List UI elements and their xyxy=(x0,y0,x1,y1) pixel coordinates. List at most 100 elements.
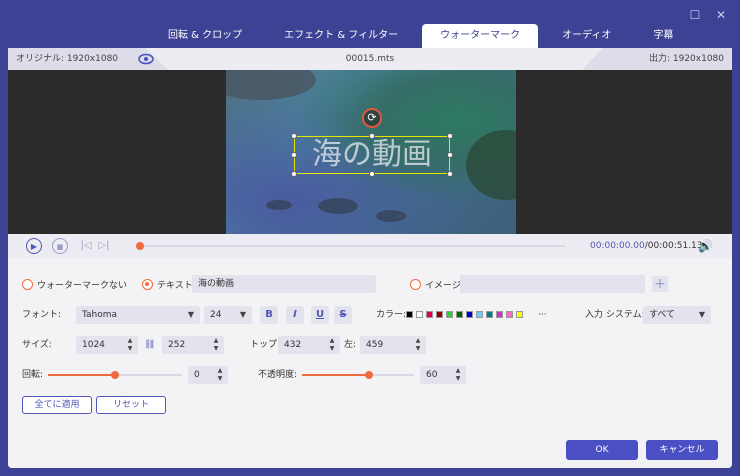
color-swatch[interactable] xyxy=(486,311,493,318)
tab-bar: 回転 & クロップ エフェクト & フィルター ウォーターマーク オーディオ 字… xyxy=(150,24,697,48)
window-controls: ☐ ✕ xyxy=(688,8,728,22)
eye-icon[interactable] xyxy=(138,53,154,65)
color-swatch[interactable] xyxy=(456,311,463,318)
link-icon[interactable]: ⛓ xyxy=(144,336,155,354)
font-family-value: Tahoma xyxy=(82,310,118,320)
previous-frame-icon[interactable]: |◁ xyxy=(78,238,94,254)
player-controls: ▶ ■ |◁ ▷| 00:00:00.00/00:00:51.13 🔊 xyxy=(8,234,732,258)
tab-rotate-crop[interactable]: 回転 & クロップ xyxy=(150,24,260,48)
editor-window: ☐ ✕ 回転 & クロップ エフェクト & フィルター ウォーターマーク オーデ… xyxy=(0,0,740,476)
resize-handle[interactable] xyxy=(369,133,375,139)
tab-audio[interactable]: オーディオ xyxy=(544,24,629,48)
watermark-settings: ウォーターマークない テキスト 海の動画 イメージ + フォント: Tahoma… xyxy=(8,258,732,468)
resize-handle[interactable] xyxy=(369,171,375,177)
color-swatch[interactable] xyxy=(426,311,433,318)
height-stepper[interactable]: 252 ▲ ▼ xyxy=(162,336,224,354)
rock-shape xyxy=(376,210,406,222)
bold-button[interactable]: B xyxy=(260,306,278,324)
add-image-icon[interactable]: + xyxy=(652,276,668,292)
resize-handle[interactable] xyxy=(447,152,453,158)
rotate-handle-icon[interactable]: ⟳ xyxy=(362,108,382,128)
italic-button[interactable]: I xyxy=(286,306,304,324)
opacity-stepper[interactable]: 60 ▲ ▼ xyxy=(420,366,466,384)
color-swatch[interactable] xyxy=(466,311,473,318)
spinner-arrows-icon[interactable]: ▲ ▼ xyxy=(216,367,224,383)
resize-handle[interactable] xyxy=(447,133,453,139)
opacity-slider-fill xyxy=(302,374,369,376)
tab-effects-filters[interactable]: エフェクト & フィルター xyxy=(266,24,416,48)
chevron-down-icon: ▼ xyxy=(187,310,194,319)
watermark-box[interactable]: 海の動画 xyxy=(291,133,453,177)
radio-image[interactable]: イメージ xyxy=(410,278,461,291)
color-swatch[interactable] xyxy=(436,311,443,318)
color-swatch[interactable] xyxy=(516,311,523,318)
play-icon[interactable]: ▶ xyxy=(26,238,42,254)
spinner-arrows-icon[interactable]: ▲ ▼ xyxy=(454,367,462,383)
close-icon[interactable]: ✕ xyxy=(714,8,728,22)
stop-icon[interactable]: ■ xyxy=(52,238,68,254)
rotation-slider-fill xyxy=(48,374,115,376)
input-system-value: すべて xyxy=(649,310,676,320)
radio-label: イメージ xyxy=(425,281,461,291)
color-swatch[interactable] xyxy=(446,311,453,318)
volume-icon[interactable]: 🔊 xyxy=(698,238,714,254)
progress-track[interactable] xyxy=(140,245,565,247)
spinner-arrows-icon[interactable]: ▲ ▼ xyxy=(126,337,134,353)
opacity-value: 60 xyxy=(426,370,438,380)
cancel-button[interactable]: キャンセル xyxy=(646,440,718,460)
left-value: 459 xyxy=(366,340,384,350)
video-frame: ⟳ 海の動画 xyxy=(226,70,516,234)
color-swatch[interactable] xyxy=(476,311,483,318)
strikethrough-button[interactable]: S xyxy=(334,306,352,324)
video-preview: ⟳ 海の動画 xyxy=(8,70,732,234)
spinner-arrows-icon[interactable]: ▲ ▼ xyxy=(414,337,422,353)
image-path-input[interactable] xyxy=(460,275,645,293)
total-time: /00:00:51.13 xyxy=(644,241,703,251)
width-stepper[interactable]: 1024 ▲ ▼ xyxy=(76,336,138,354)
top-stepper[interactable]: 432 ▲ ▼ xyxy=(278,336,340,354)
radio-ring xyxy=(22,279,33,290)
rotation-stepper[interactable]: 0 ▲ ▼ xyxy=(188,366,228,384)
spinner-arrows-icon[interactable]: ▲ ▼ xyxy=(328,337,336,353)
reset-button[interactable]: リセット xyxy=(96,396,166,414)
color-swatch[interactable] xyxy=(416,311,423,318)
resize-handle[interactable] xyxy=(447,171,453,177)
rock-shape xyxy=(266,200,292,210)
tab-watermark[interactable]: ウォーターマーク xyxy=(422,24,539,48)
underline-button[interactable]: U xyxy=(311,306,329,324)
next-frame-icon[interactable]: ▷| xyxy=(96,238,112,254)
tab-subtitles[interactable]: 字幕 xyxy=(635,24,691,48)
input-system-select[interactable]: すべて ▼ xyxy=(643,306,711,324)
progress-knob[interactable] xyxy=(136,242,144,250)
output-resolution: 出力: 1920x1080 xyxy=(582,48,732,70)
more-colors-icon[interactable]: ··· xyxy=(538,306,547,324)
opacity-slider-knob[interactable] xyxy=(365,371,373,379)
font-label: フォント: xyxy=(22,310,62,320)
color-swatch[interactable] xyxy=(506,311,513,318)
spinner-arrows-icon[interactable]: ▲ ▼ xyxy=(212,337,220,353)
radio-label: テキスト xyxy=(157,281,193,291)
maximize-icon[interactable]: ☐ xyxy=(688,8,702,22)
rotation-slider-knob[interactable] xyxy=(111,371,119,379)
watermark-panel: 00015.mts オリジナル: 1920x1080 出力: 1920x1080… xyxy=(8,48,732,468)
resize-handle[interactable] xyxy=(291,171,297,177)
color-swatch[interactable] xyxy=(406,311,413,318)
color-label: カラー: xyxy=(376,310,407,320)
radio-text[interactable]: テキスト xyxy=(142,278,193,291)
font-family-select[interactable]: Tahoma ▼ xyxy=(76,306,200,324)
radio-no-watermark[interactable]: ウォーターマークない xyxy=(22,278,127,291)
watermark-text-input[interactable]: 海の動画 xyxy=(192,275,376,293)
resize-handle[interactable] xyxy=(291,133,297,139)
font-size-select[interactable]: 24 ▼ xyxy=(204,306,252,324)
resize-handle[interactable] xyxy=(291,152,297,158)
color-swatch[interactable] xyxy=(496,311,503,318)
ok-button[interactable]: OK xyxy=(566,440,638,460)
rotation-label: 回転: xyxy=(22,370,44,380)
left-label: 左: xyxy=(344,340,357,350)
radio-ring xyxy=(410,279,421,290)
radio-ring xyxy=(142,279,153,290)
apply-all-button[interactable]: 全てに適用 xyxy=(22,396,92,414)
left-stepper[interactable]: 459 ▲ ▼ xyxy=(360,336,426,354)
opacity-label: 不透明度: xyxy=(258,370,298,380)
chevron-down-icon: ▼ xyxy=(239,310,246,319)
